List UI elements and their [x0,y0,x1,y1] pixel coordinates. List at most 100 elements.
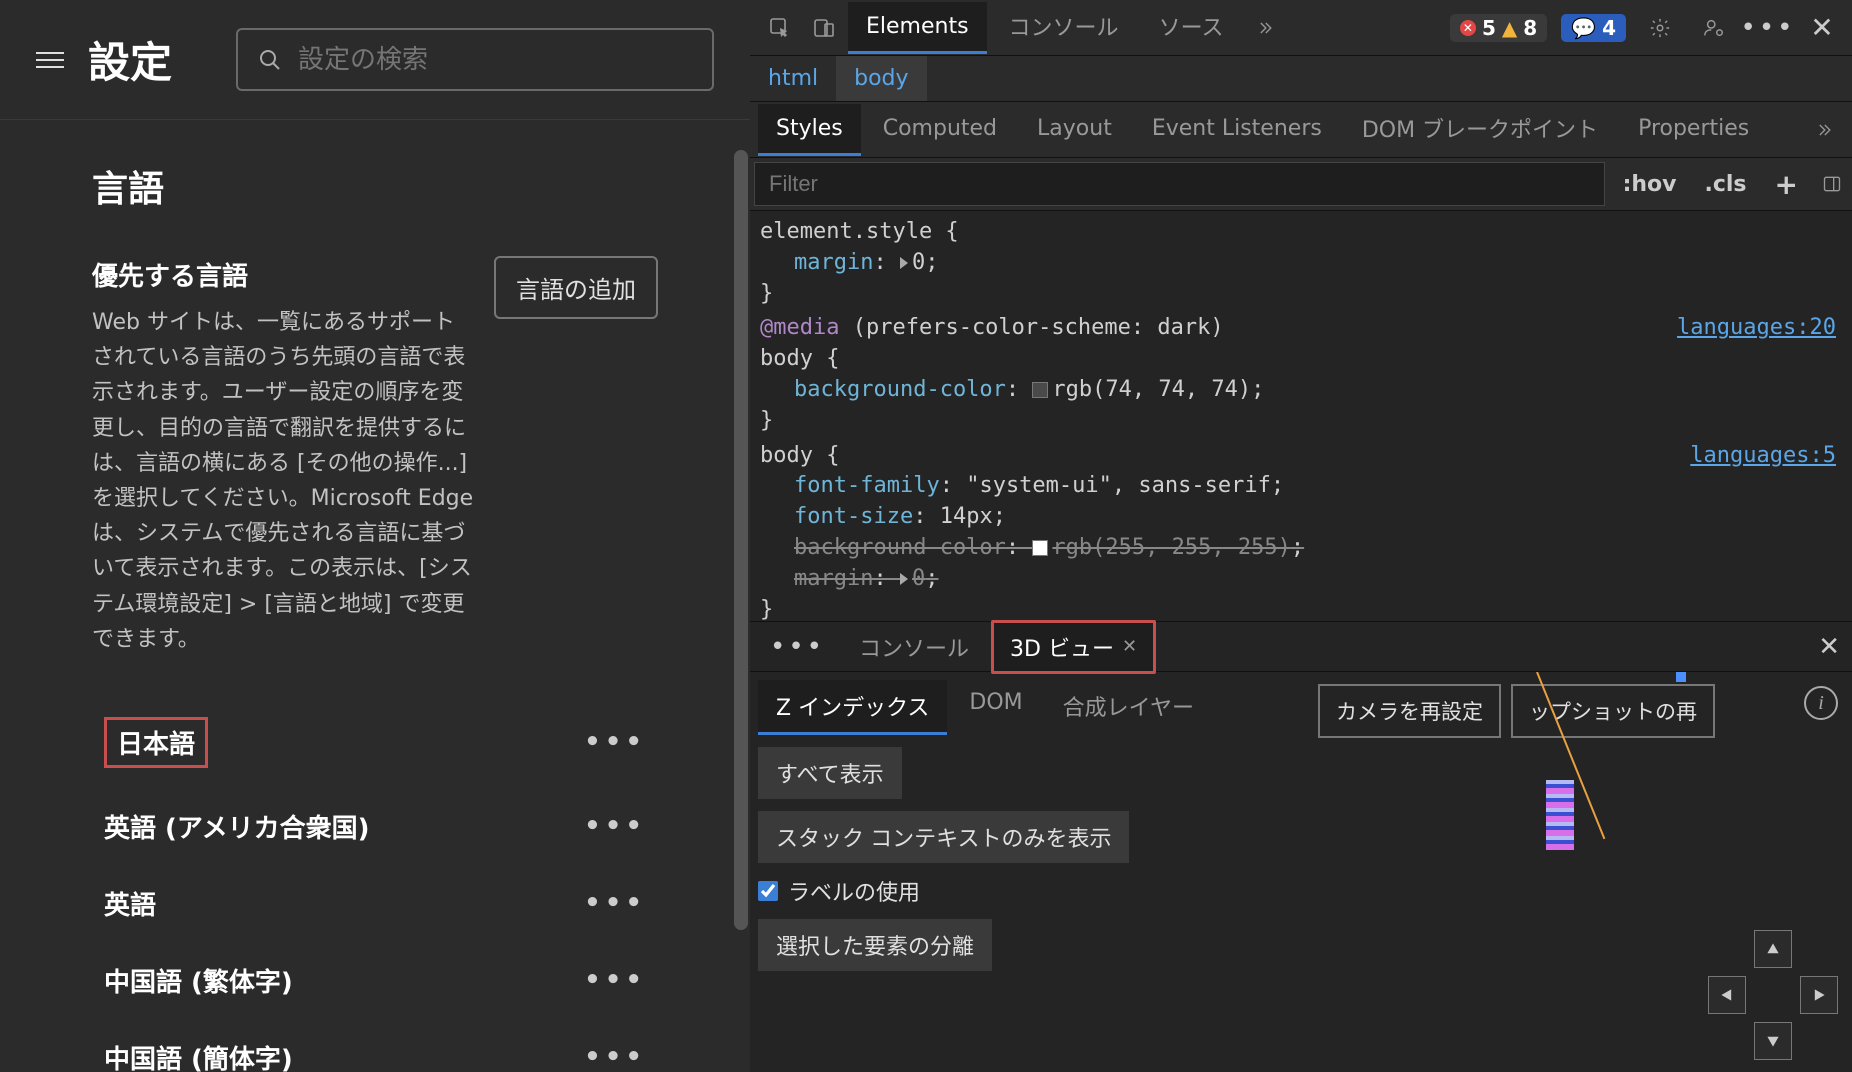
subtab-dom[interactable]: DOM [951,680,1040,735]
close-devtools-icon[interactable]: ✕ [1802,8,1842,48]
css-value[interactable]: 0 [912,566,925,591]
tab-console[interactable]: コンソール [991,0,1137,57]
expand-triangle-icon[interactable] [900,573,908,585]
settings-header: 設定 [0,0,750,120]
subtab-dom-breakpoints[interactable]: DOM ブレークポイント [1344,100,1616,159]
color-swatch-icon[interactable] [1032,540,1048,556]
issue-count: 4 [1602,16,1616,40]
css-brace: } [760,408,773,433]
css-rule[interactable]: languages:20 @media (prefers-color-schem… [760,313,1842,436]
close-tab-icon[interactable]: ✕ [1122,636,1137,657]
issues-badge[interactable]: 💬4 [1561,14,1626,42]
more-actions-icon[interactable]: ••• [584,811,646,841]
device-toggle-icon[interactable] [804,8,844,48]
error-warning-badge[interactable]: ✕5 ▲8 [1450,14,1547,42]
search-icon [258,48,282,72]
source-link[interactable]: languages:5 [1690,441,1836,472]
inspect-element-icon[interactable] [760,8,800,48]
css-value[interactable]: rgb(74, 74, 74) [1052,377,1251,402]
settings-gear-icon[interactable] [1640,8,1680,48]
3d-viewport[interactable]: カメラを再設定 ップショットの再 i [1306,672,1852,1072]
use-labels-checkbox[interactable]: ラベルの使用 [758,875,1298,907]
more-actions-icon[interactable]: ••• [584,965,646,995]
expand-triangle-icon[interactable] [900,257,908,269]
dom-breadcrumb: html body [750,56,1852,102]
scrollbar-thumb[interactable] [734,150,748,930]
css-selector: body { [760,346,839,371]
styles-filter-input[interactable] [754,162,1605,206]
css-selector: element.style { [760,219,959,244]
color-swatch-icon[interactable] [1032,382,1048,398]
tab-sources[interactable]: ソース [1141,0,1242,57]
pan-left-button[interactable] [1708,976,1746,1014]
css-value[interactable]: 14px [940,504,993,529]
pan-down-button[interactable] [1754,1022,1792,1060]
stacking-context-only-button[interactable]: スタック コンテキストのみを表示 [758,811,1129,863]
more-actions-icon[interactable]: ••• [584,1042,646,1072]
subtab-event-listeners[interactable]: Event Listeners [1134,104,1340,156]
devtools-pane: Elements コンソール ソース ✕5 ▲8 💬4 ••• ✕ html [750,0,1852,1072]
pan-up-button[interactable] [1754,930,1792,968]
close-drawer-icon[interactable]: ✕ [1818,632,1840,662]
devtools-toolbar: Elements コンソール ソース ✕5 ▲8 💬4 ••• ✕ [750,0,1852,56]
language-item[interactable]: 中国語 (繁体字) ••• [92,942,658,1019]
css-rule[interactable]: languages:5 body { font-family: "system-… [760,441,1842,621]
css-selector: body { [760,443,839,468]
add-language-button[interactable]: 言語の追加 [494,256,658,319]
settings-pane: 設定 言語 優先する言語 Web サイトは、一覧にあるサポートされている言語のう… [0,0,750,1072]
subtab-properties[interactable]: Properties [1620,104,1767,156]
css-property[interactable]: background-color [794,377,1006,402]
hov-toggle[interactable]: :hov [1609,164,1691,205]
styles-panel[interactable]: element.style { margin: 0; } languages:2… [750,211,1852,621]
language-item[interactable]: 日本語 ••• [92,697,658,788]
show-all-button[interactable]: すべて表示 [758,747,902,799]
language-name: 中国語 (繁体字) [104,962,293,999]
drawer-tabs: ••• コンソール 3D ビュー ✕ ✕ [750,622,1852,672]
subtab-layout[interactable]: Layout [1019,104,1130,156]
language-item[interactable]: 中国語 (簡体字) ••• [92,1019,658,1072]
use-labels-input[interactable] [758,881,778,901]
drawer-controls: Z インデックス DOM 合成レイヤー すべて表示 スタック コンテキストのみを… [750,672,1306,1072]
drawer-more-icon[interactable]: ••• [758,632,837,662]
pan-right-button[interactable] [1800,976,1838,1014]
subtab-z-index[interactable]: Z インデックス [758,680,947,735]
breadcrumb-html[interactable]: html [750,56,836,101]
source-link[interactable]: languages:20 [1677,313,1836,344]
language-name: 英語 [104,885,156,922]
language-item[interactable]: 英語 (アメリカ合衆国) ••• [92,788,658,865]
new-style-rule-icon[interactable]: + [1761,160,1812,209]
css-value[interactable]: 0 [912,250,925,275]
more-options-icon[interactable]: ••• [1748,8,1788,48]
css-brace: } [760,281,773,306]
more-actions-icon[interactable]: ••• [584,727,646,757]
subtab-compositing[interactable]: 合成レイヤー [1045,680,1212,735]
breadcrumb-body[interactable]: body [836,56,926,101]
separate-selected-button[interactable]: 選択した要素の分離 [758,919,992,971]
language-item[interactable]: 英語 ••• [92,865,658,942]
css-value[interactable]: rgb(255, 255, 255) [1052,535,1290,560]
css-property[interactable]: margin [794,566,873,591]
css-rule[interactable]: element.style { margin: 0; } [760,217,1842,309]
css-brace: } [760,597,773,621]
css-property[interactable]: font-family [794,473,940,498]
hamburger-menu-icon[interactable] [36,46,64,74]
toggle-sidebar-icon[interactable] [1812,164,1852,204]
tab-elements[interactable]: Elements [848,2,987,54]
more-actions-icon[interactable]: ••• [584,888,646,918]
css-property[interactable]: font-size [794,504,913,529]
css-property[interactable]: margin [794,250,873,275]
feedback-icon[interactable] [1694,8,1734,48]
subtab-styles[interactable]: Styles [758,104,861,156]
settings-search-input[interactable] [298,44,692,75]
drawer-tab-3d-view[interactable]: 3D ビュー ✕ [991,620,1156,674]
drawer-tab-console[interactable]: コンソール [843,623,985,671]
settings-search-box[interactable] [236,28,714,91]
css-property[interactable]: background-color [794,535,1006,560]
css-at-rule: @media [760,315,839,340]
more-tabs-icon[interactable] [1245,8,1285,48]
css-value[interactable]: "system-ui", sans-serif [966,473,1271,498]
subtab-computed[interactable]: Computed [865,104,1015,156]
more-subtabs-icon[interactable] [1804,110,1844,150]
checkbox-label: ラベルの使用 [788,875,920,907]
cls-toggle[interactable]: .cls [1690,164,1760,205]
